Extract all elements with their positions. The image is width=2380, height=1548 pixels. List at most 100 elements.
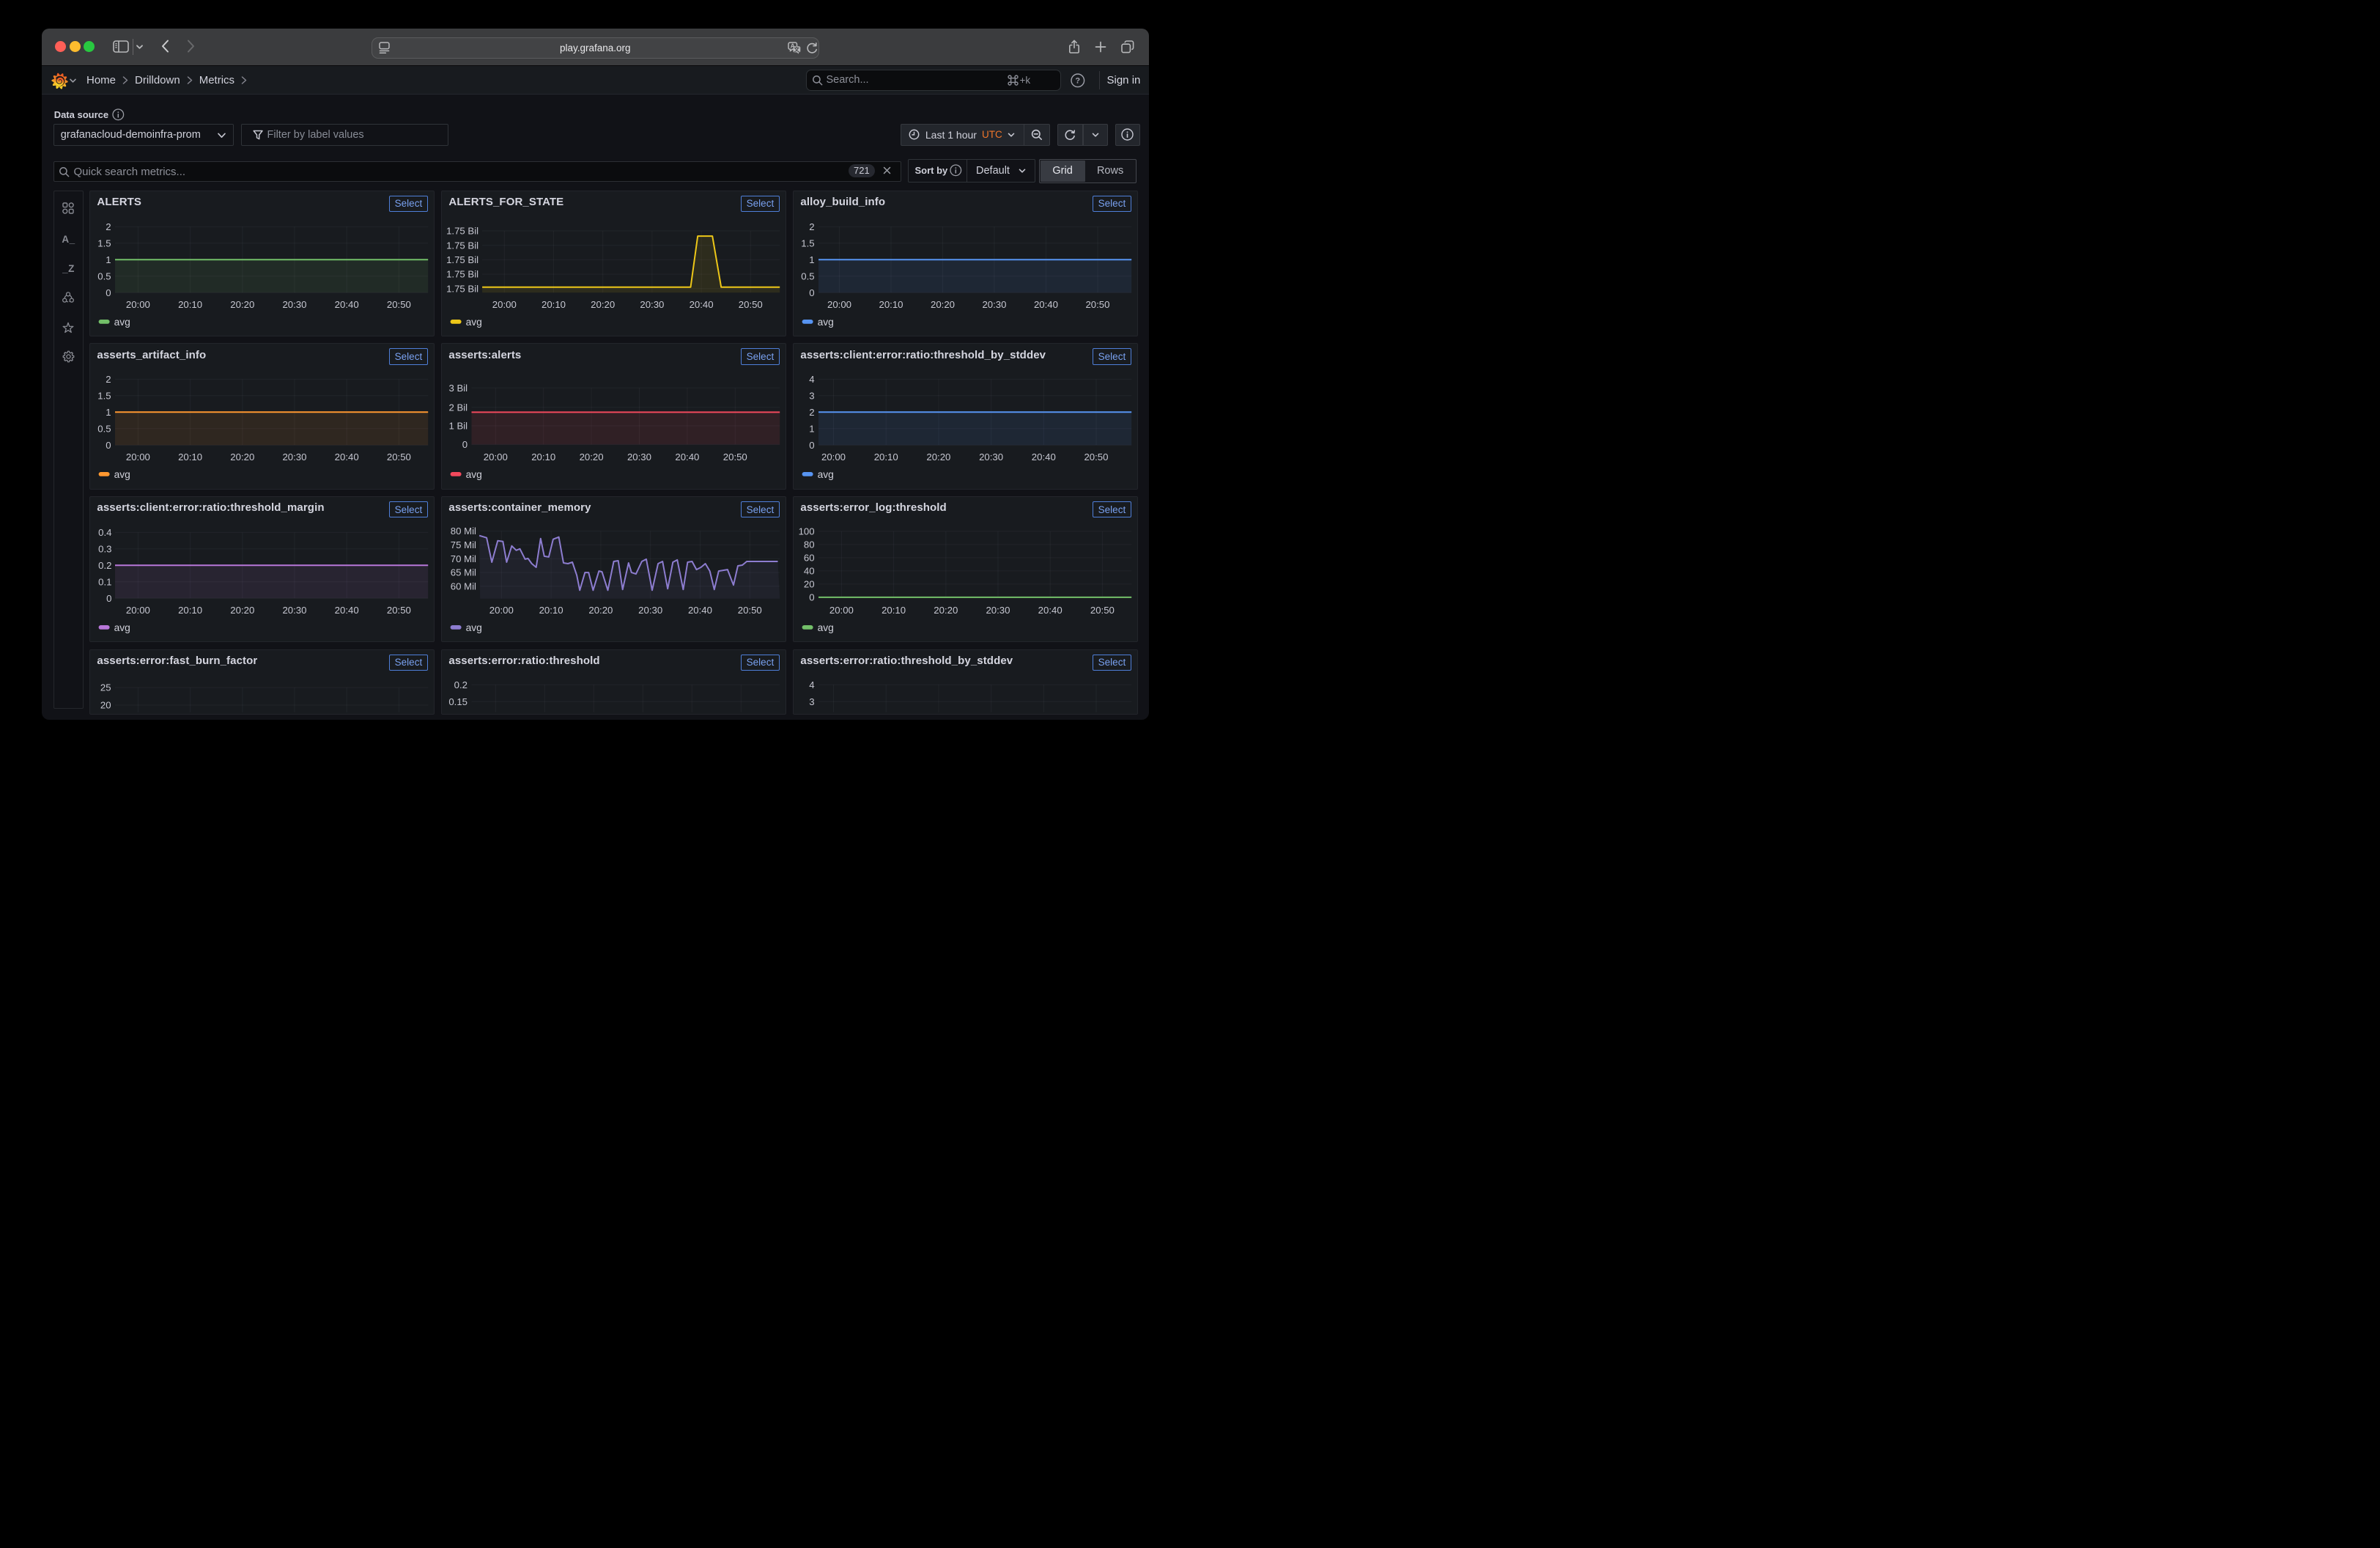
svg-text:20:10: 20:10 bbox=[178, 299, 202, 310]
svg-text:1.5: 1.5 bbox=[98, 237, 111, 248]
svg-text:0: 0 bbox=[810, 287, 815, 298]
svg-text:20:40: 20:40 bbox=[688, 605, 712, 616]
svg-text:avg: avg bbox=[466, 469, 482, 480]
svg-text:75 Mil: 75 Mil bbox=[451, 539, 476, 550]
svg-text:25: 25 bbox=[100, 682, 111, 693]
svg-text:avg: avg bbox=[818, 316, 834, 327]
svg-text:20:00: 20:00 bbox=[126, 605, 150, 616]
svg-text:0.2: 0.2 bbox=[99, 560, 112, 571]
svg-text:avg: avg bbox=[818, 622, 834, 633]
svg-text:20:20: 20:20 bbox=[580, 452, 604, 462]
svg-text:20:40: 20:40 bbox=[690, 299, 714, 310]
svg-text:?: ? bbox=[1075, 77, 1080, 86]
svg-text:20:50: 20:50 bbox=[1086, 299, 1110, 310]
svg-text:20:10: 20:10 bbox=[542, 299, 566, 310]
svg-text:20:30: 20:30 bbox=[283, 605, 307, 616]
svg-text:avg: avg bbox=[818, 469, 834, 480]
svg-text:20:10: 20:10 bbox=[178, 605, 202, 616]
svg-text:20:40: 20:40 bbox=[1038, 605, 1062, 616]
svg-text:20:30: 20:30 bbox=[283, 299, 307, 310]
svg-text:20: 20 bbox=[804, 578, 815, 589]
svg-text:70 Mil: 70 Mil bbox=[451, 553, 476, 564]
svg-text:20:20: 20:20 bbox=[591, 299, 616, 310]
svg-text:20:30: 20:30 bbox=[640, 299, 665, 310]
svg-text:3: 3 bbox=[810, 696, 815, 707]
svg-text:20:50: 20:50 bbox=[387, 452, 411, 462]
svg-text:20:10: 20:10 bbox=[539, 605, 563, 616]
svg-text:20:30: 20:30 bbox=[627, 452, 651, 462]
svg-text:avg: avg bbox=[114, 469, 130, 480]
svg-text:0.5: 0.5 bbox=[98, 423, 111, 434]
svg-text:20:40: 20:40 bbox=[1032, 452, 1056, 462]
svg-text:1.5: 1.5 bbox=[802, 237, 815, 248]
svg-text:20:40: 20:40 bbox=[335, 299, 359, 310]
svg-text:0.5: 0.5 bbox=[98, 270, 111, 281]
svg-text:20:40: 20:40 bbox=[335, 605, 359, 616]
svg-text:80: 80 bbox=[804, 539, 815, 550]
svg-text:20:50: 20:50 bbox=[387, 299, 411, 310]
svg-text:20:00: 20:00 bbox=[489, 605, 514, 616]
svg-text:20:40: 20:40 bbox=[1034, 299, 1058, 310]
svg-text:0.3: 0.3 bbox=[99, 543, 112, 554]
svg-text:100: 100 bbox=[799, 526, 815, 537]
svg-text:0.4: 0.4 bbox=[99, 527, 112, 538]
svg-text:20:40: 20:40 bbox=[676, 452, 700, 462]
svg-text:2: 2 bbox=[810, 407, 815, 418]
svg-text:20:00: 20:00 bbox=[492, 299, 517, 310]
svg-text:20:30: 20:30 bbox=[983, 299, 1007, 310]
svg-text:1.75 Bil: 1.75 Bil bbox=[446, 240, 478, 251]
svg-text:4: 4 bbox=[810, 374, 815, 385]
svg-text:0: 0 bbox=[107, 593, 112, 604]
svg-text:20:20: 20:20 bbox=[589, 605, 613, 616]
svg-text:0: 0 bbox=[462, 439, 468, 450]
svg-text:0.1: 0.1 bbox=[99, 576, 112, 587]
svg-text:20:20: 20:20 bbox=[231, 605, 255, 616]
svg-text:60: 60 bbox=[804, 552, 815, 563]
svg-text:20:10: 20:10 bbox=[874, 452, 898, 462]
svg-text:1.75 Bil: 1.75 Bil bbox=[446, 268, 478, 279]
svg-text:20:30: 20:30 bbox=[639, 605, 663, 616]
svg-text:0: 0 bbox=[106, 287, 111, 298]
svg-text:1.75 Bil: 1.75 Bil bbox=[446, 254, 478, 265]
svg-text:0.5: 0.5 bbox=[802, 270, 815, 281]
svg-text:20:20: 20:20 bbox=[231, 452, 255, 462]
svg-text:0.15: 0.15 bbox=[449, 696, 468, 707]
svg-text:80 Mil: 80 Mil bbox=[451, 526, 476, 537]
svg-text:20:20: 20:20 bbox=[231, 299, 255, 310]
svg-text:3: 3 bbox=[810, 391, 815, 402]
svg-text:0: 0 bbox=[106, 440, 111, 451]
svg-text:20:50: 20:50 bbox=[1090, 605, 1115, 616]
svg-text:2: 2 bbox=[810, 221, 815, 232]
svg-text:20:30: 20:30 bbox=[979, 452, 1003, 462]
svg-text:1.5: 1.5 bbox=[98, 391, 111, 402]
svg-text:3 Bil: 3 Bil bbox=[449, 383, 468, 394]
svg-text:20:20: 20:20 bbox=[927, 452, 951, 462]
svg-text:20:20: 20:20 bbox=[934, 605, 958, 616]
svg-text:2: 2 bbox=[106, 221, 111, 232]
svg-text:20:00: 20:00 bbox=[821, 452, 846, 462]
svg-text:65 Mil: 65 Mil bbox=[451, 567, 476, 578]
svg-text:1 Bil: 1 Bil bbox=[449, 421, 468, 432]
svg-text:20:10: 20:10 bbox=[882, 605, 906, 616]
svg-text:avg: avg bbox=[466, 316, 482, 327]
svg-text:20:10: 20:10 bbox=[532, 452, 556, 462]
svg-text:20:10: 20:10 bbox=[178, 452, 202, 462]
svg-text:20:50: 20:50 bbox=[738, 605, 762, 616]
svg-text:20:30: 20:30 bbox=[283, 452, 307, 462]
svg-text:20: 20 bbox=[100, 699, 111, 710]
svg-text:2 Bil: 2 Bil bbox=[449, 402, 468, 413]
svg-text:1.75 Bil: 1.75 Bil bbox=[446, 225, 478, 236]
svg-text:0: 0 bbox=[810, 440, 815, 451]
svg-text:1: 1 bbox=[106, 407, 111, 418]
svg-text:20:50: 20:50 bbox=[1084, 452, 1109, 462]
svg-text:20:30: 20:30 bbox=[986, 605, 1010, 616]
svg-text:1: 1 bbox=[106, 254, 111, 265]
svg-text:20:40: 20:40 bbox=[335, 452, 359, 462]
svg-text:4: 4 bbox=[810, 679, 815, 690]
svg-text:60 Mil: 60 Mil bbox=[451, 580, 476, 591]
svg-text:20:00: 20:00 bbox=[827, 299, 851, 310]
svg-text:0: 0 bbox=[810, 591, 815, 602]
svg-text:20:50: 20:50 bbox=[387, 605, 411, 616]
svg-text:20:10: 20:10 bbox=[879, 299, 903, 310]
svg-text:2: 2 bbox=[106, 374, 111, 385]
